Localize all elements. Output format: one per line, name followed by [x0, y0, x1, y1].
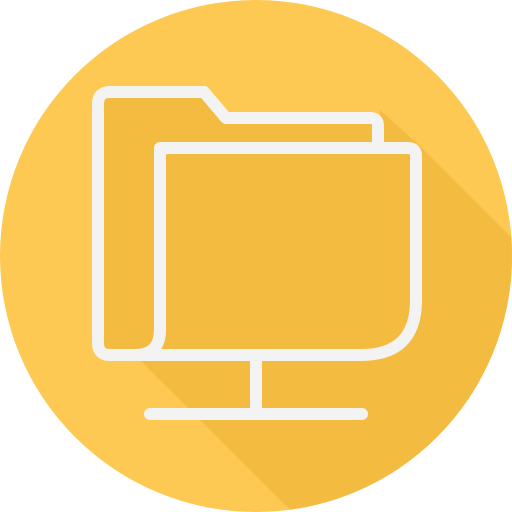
icon-stage	[0, 0, 512, 512]
front-folder-panel	[129, 142, 422, 361]
network-folder-icon	[0, 0, 512, 512]
